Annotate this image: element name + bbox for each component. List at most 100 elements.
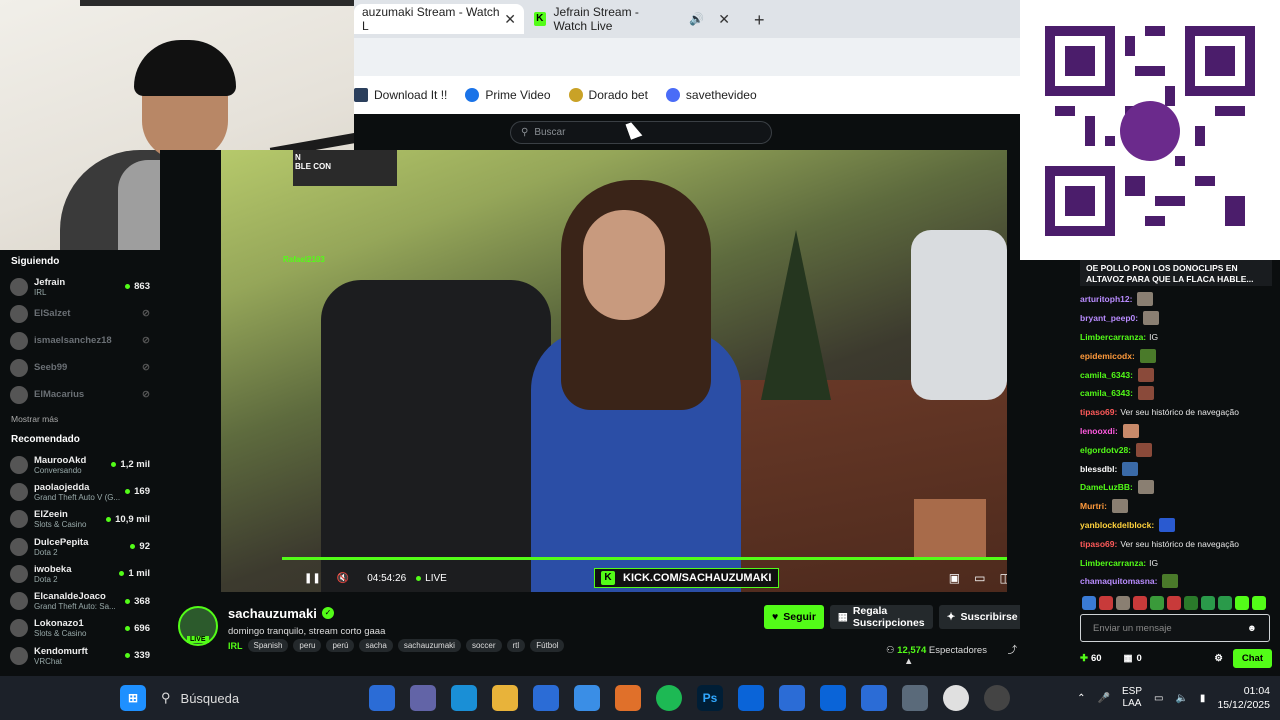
taskbar-search[interactable]: ⚲ Búsqueda — [161, 683, 357, 713]
bookmark-download-it[interactable]: Download It !! — [354, 88, 447, 102]
pinned-message[interactable]: OE POLLO PON LOS DONOCLIPS EN ALTAVOZ PA… — [1080, 260, 1272, 286]
chrome-icon[interactable] — [943, 685, 969, 711]
sidebar-channel[interactable]: ismaelsanchez18 ⊘ — [10, 327, 150, 354]
tag[interactable]: Spanish — [247, 639, 289, 652]
chat-username[interactable]: tipaso69: — [1080, 539, 1117, 549]
emote-icon[interactable] — [1167, 596, 1181, 610]
sidebar-channel[interactable]: Kendomurft VRChat 339 — [10, 642, 150, 669]
edge-icon[interactable] — [451, 685, 477, 711]
close-icon[interactable]: ✕ — [718, 11, 730, 28]
follow-button[interactable]: ♥ Seguir — [764, 605, 824, 629]
emote-icon[interactable] — [1133, 596, 1147, 610]
task-view-icon[interactable] — [369, 685, 395, 711]
network-icon[interactable]: ▭ — [1154, 693, 1163, 704]
sidebar-channel[interactable]: MaurooAkd Conversando 1,2 mil — [10, 451, 150, 478]
chat-username[interactable]: arturitoph12: — [1080, 294, 1132, 304]
video-frame[interactable]: Rafael2103 ❚❚ 🔇 04:54:26 LIVE K KICK.COM/… — [221, 150, 1007, 592]
tab-jefrain[interactable]: K Jefrain Stream - Watch Live 🔊 ✕ — [526, 4, 738, 34]
language-indicator[interactable]: ESP LAA — [1122, 686, 1142, 710]
chat-username[interactable]: camila_6343: — [1080, 370, 1133, 380]
store-icon[interactable] — [533, 685, 559, 711]
tab-sachauzumaki[interactable]: auzumaki Stream - Watch L ✕ — [354, 4, 524, 34]
emote-icon[interactable] — [1201, 596, 1215, 610]
progress-bar[interactable] — [282, 557, 1007, 560]
outlook-icon[interactable] — [820, 685, 846, 711]
share-icon[interactable]: ⤴ — [1008, 645, 1018, 656]
emote-icon[interactable] — [1235, 596, 1249, 610]
sidebar-channel[interactable]: ElcanaldeJoaco Grand Theft Auto: Sa... 368 — [10, 587, 150, 614]
emote-icon[interactable] — [1082, 596, 1096, 610]
teams-icon[interactable] — [410, 685, 436, 711]
video-player[interactable]: Rafael2103 ❚❚ 🔇 04:54:26 LIVE K KICK.COM/… — [160, 150, 1020, 592]
chat-username[interactable]: elgordotv28: — [1080, 445, 1131, 455]
chat-username[interactable]: Murtri: — [1080, 501, 1107, 511]
media-player-icon[interactable] — [615, 685, 641, 711]
show-more-button[interactable]: Mostrar más — [11, 414, 150, 424]
sidebar-channel[interactable]: ElZeein Slots & Casino 10,9 mil — [10, 506, 150, 533]
tag[interactable]: sacha — [359, 639, 393, 652]
sidebar-channel[interactable]: Seeb99 ⊘ — [10, 354, 150, 381]
sidebar-channel[interactable]: iwobeka Dota 2 1 mil — [10, 560, 150, 587]
calculator-icon[interactable] — [902, 685, 928, 711]
theater-icon[interactable]: ▭ — [974, 571, 985, 586]
chat-username[interactable]: chamaquitomasna: — [1080, 576, 1157, 586]
tag[interactable]: perú — [326, 639, 355, 652]
emote-icon[interactable] — [1218, 596, 1232, 610]
category-link[interactable]: IRL — [228, 641, 243, 651]
emote-icon[interactable] — [1150, 596, 1164, 610]
sidebar-channel[interactable]: paolaojedda Grand Theft Auto V (G... 169 — [10, 478, 150, 505]
gift-subs-button[interactable]: ▦ Regala Suscripciones — [829, 605, 933, 629]
chat-username[interactable]: yanblockdelblock: — [1080, 520, 1154, 530]
chat-username[interactable]: DameLuzBB: — [1080, 482, 1133, 492]
pause-icon[interactable]: ❚❚ — [304, 573, 321, 584]
gear-icon[interactable]: ⚙ — [1214, 653, 1223, 664]
chat-username[interactable]: epidemicodx: — [1080, 351, 1135, 361]
mute-icon[interactable]: 🔇 — [337, 573, 349, 584]
sidebar-channel[interactable]: ElMacarius ⊘ — [10, 381, 150, 408]
battery-icon[interactable]: ▮ — [1200, 693, 1206, 704]
obs-icon[interactable] — [984, 685, 1010, 711]
chat-username[interactable]: Limbercarranza: — [1080, 332, 1146, 342]
close-icon[interactable]: ✕ — [504, 11, 516, 28]
chat-username[interactable]: bryant_peep0: — [1080, 313, 1138, 323]
speaker-icon[interactable]: 🔊 — [689, 12, 704, 26]
emote-icon[interactable] — [1099, 596, 1113, 610]
tag[interactable]: peru — [293, 639, 322, 652]
report-icon[interactable]: ▲ — [904, 656, 913, 667]
notepad-icon[interactable] — [779, 685, 805, 711]
chat-username[interactable]: lenooxdi: — [1080, 426, 1118, 436]
streamer-name[interactable]: sachauzumaki — [228, 606, 317, 621]
address-bar[interactable] — [354, 38, 1020, 76]
chat-send-button[interactable]: Chat — [1232, 648, 1272, 668]
chat-username[interactable]: camila_6343: — [1080, 388, 1133, 398]
emote-icon[interactable] — [1116, 596, 1130, 610]
bookmark-dorado-bet[interactable]: Dorado bet — [568, 88, 648, 102]
windows-start-icon[interactable]: ⊞ — [120, 685, 146, 711]
emote-icon[interactable] — [1184, 596, 1198, 610]
bookmark-prime-video[interactable]: Prime Video — [465, 88, 551, 102]
tag[interactable]: sachauzumaki — [397, 639, 461, 652]
emote-icon[interactable] — [1252, 596, 1266, 610]
volume-icon[interactable]: 🔈 — [1175, 693, 1187, 704]
chat-username[interactable]: Limbercarranza: — [1080, 558, 1146, 568]
clip-icon[interactable]: ▣ — [949, 571, 960, 586]
file-explorer-icon[interactable] — [492, 685, 518, 711]
sidebar-channel[interactable]: ElSalzet ⊘ — [10, 300, 150, 327]
pip-icon[interactable]: ◫ — [999, 571, 1007, 586]
sidebar-channel[interactable]: Jefrain IRL 863 — [10, 273, 150, 300]
calendar-icon[interactable] — [861, 685, 887, 711]
chat-username[interactable]: blessdbl: — [1080, 464, 1117, 474]
spotify-icon[interactable] — [656, 685, 682, 711]
sidebar-channel[interactable]: Lokonazo1 Slots & Casino 696 — [10, 615, 150, 642]
tag[interactable]: rtl — [506, 639, 526, 652]
tag[interactable]: Fútbol — [530, 639, 565, 652]
new-tab-button[interactable]: + — [754, 10, 765, 31]
photoshop-icon[interactable]: Ps — [697, 685, 723, 711]
mail-icon[interactable] — [574, 685, 600, 711]
subscribe-button[interactable]: ✦ Suscribirse — [938, 605, 1026, 629]
sidebar-channel[interactable]: DulcePepita Dota 2 92 — [10, 533, 150, 560]
clock[interactable]: 01:04 15/12/2025 — [1217, 684, 1270, 712]
chevron-up-icon[interactable]: ⌃ — [1077, 693, 1085, 704]
microphone-icon[interactable]: 🎤 — [1098, 693, 1110, 704]
chat-input[interactable]: Enviar un mensaje ☻ — [1080, 614, 1270, 642]
